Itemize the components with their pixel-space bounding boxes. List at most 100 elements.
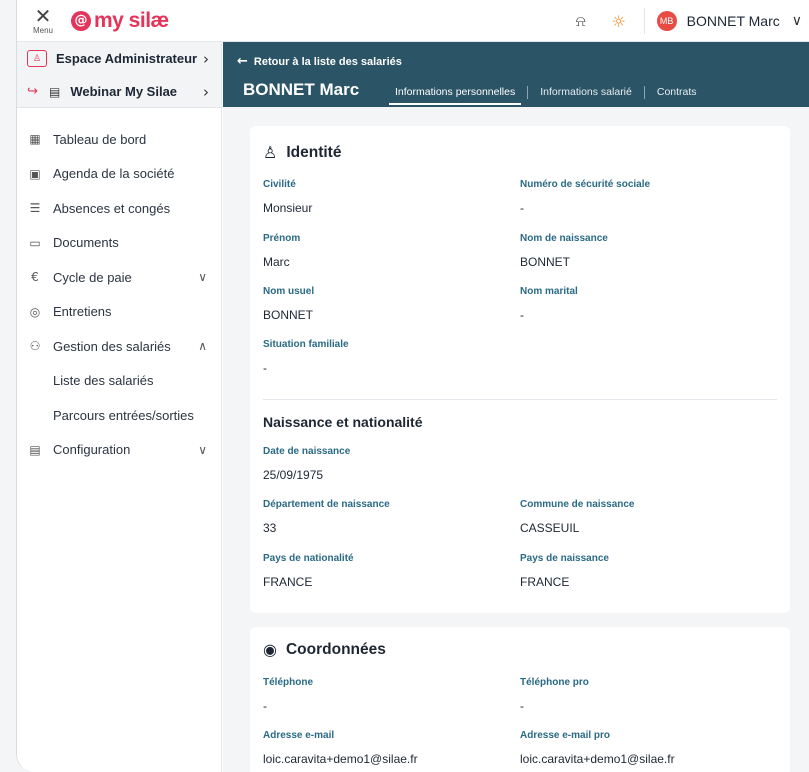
field-label: Civilité — [263, 179, 296, 190]
location-pin-icon: ◉ — [263, 640, 277, 659]
person-icon: ♙ — [263, 143, 278, 162]
chevron-down-icon[interactable]: ∨ — [792, 13, 802, 29]
field-label: Téléphone pro — [520, 677, 589, 688]
back-to-list-link[interactable]: ← Retour à la liste des salariés — [237, 54, 402, 69]
app-window: ✕ Menu @ my silæ ⍾ ☼ MB BONNET Marc ∨ ♙ … — [16, 0, 809, 772]
field-value: FRANCE — [520, 575, 570, 589]
field-label: Pays de nationalité — [263, 553, 354, 564]
field-telephone: Téléphone - — [263, 677, 513, 713]
sidebar-item-label: Gestion des salariés — [53, 338, 171, 354]
chevron-right-icon: › — [203, 82, 209, 101]
sidebar-item-configuration[interactable]: ▤ Configuration ∨ — [17, 433, 221, 468]
list-icon: ☰ — [29, 201, 41, 216]
field-adresse-email: Adresse e-mail loic.caravita+demo1@silae… — [263, 730, 513, 766]
field-label: Situation familiale — [263, 339, 349, 350]
sidebar-item-documents[interactable]: ▭ Documents — [17, 226, 221, 261]
field-label: Téléphone — [263, 677, 314, 688]
theme-sun-icon[interactable]: ☼ — [600, 0, 638, 42]
field-label: Adresse e-mail — [263, 730, 335, 741]
sidebar-item-label: Agenda de la société — [53, 166, 175, 182]
dashboard-icon: ▦ — [29, 132, 41, 147]
top-right-actions: ⍾ ☼ MB BONNET Marc ∨ — [562, 0, 809, 42]
sidebar-nav: ▦ Tableau de bord ▣ Agenda de la société… — [17, 108, 221, 467]
sidebar-item-gestion-salaries[interactable]: ⚇ Gestion des salariés ∧ — [17, 329, 221, 364]
tab-bar: Informations personnelles Informations s… — [383, 84, 709, 105]
sidebar-item-absences[interactable]: ☰ Absences et congés — [17, 191, 221, 226]
field-value: - — [520, 699, 524, 713]
chevron-up-icon: ∧ — [198, 339, 207, 354]
arrow-left-icon: ← — [237, 54, 248, 69]
sidebar-subitem-liste-salaries[interactable]: Liste des salariés — [17, 364, 221, 399]
field-value: - — [520, 308, 524, 322]
sidebar-item-agenda[interactable]: ▣ Agenda de la société — [17, 157, 221, 192]
admin-space-label: Espace Administrateur — [56, 51, 198, 66]
field-label: Département de naissance — [263, 499, 390, 510]
company-label: Webinar My Silae — [70, 84, 178, 99]
field-pays-nationalite: Pays de nationalité FRANCE — [263, 553, 513, 589]
payroll-icon: € — [31, 270, 39, 285]
birth-section-title: Naissance et nationalité — [263, 414, 423, 430]
logo-text: my silæ — [94, 8, 169, 32]
avatar[interactable]: MB — [656, 11, 677, 31]
field-date-naissance: Date de naissance 25/09/1975 — [263, 446, 513, 482]
sidebar-item-label: Cycle de paie — [53, 269, 132, 285]
field-value: Monsieur — [263, 201, 313, 215]
field-departement-naissance: Département de naissance 33 — [263, 499, 513, 535]
back-label: Retour à la liste des salariés — [253, 55, 402, 68]
divider — [643, 8, 645, 34]
field-telephone-pro: Téléphone pro - — [520, 677, 770, 713]
field-value: loic.caravita+demo1@silae.fr — [263, 752, 418, 766]
field-value: BONNET — [263, 308, 314, 322]
sidebar-item-cycle-de-paie[interactable]: € Cycle de paie ∨ — [17, 260, 221, 295]
field-label: Nom de naissance — [520, 233, 608, 244]
tab-informations-salarie[interactable]: Informations salarié — [528, 86, 644, 98]
contact-card: ◉ Coordonnées Téléphone - Téléphone pro … — [250, 627, 790, 772]
field-value: CASSEUIL — [520, 521, 580, 535]
tab-contrats[interactable]: Contrats — [645, 86, 709, 98]
identity-section-title: ♙ Identité — [263, 143, 341, 162]
tab-informations-personnelles[interactable]: Informations personnelles — [383, 86, 527, 105]
field-securite-sociale: Numéro de sécurité sociale - — [520, 179, 770, 215]
main-content: ← Retour à la liste des salariés BONNET … — [223, 42, 809, 772]
subdirectory-arrow-icon: ↪ — [27, 84, 38, 99]
notification-bell-icon[interactable]: ⍾ — [562, 0, 600, 42]
app-logo[interactable]: @ my silæ — [71, 9, 169, 33]
identity-title: Identité — [286, 143, 342, 161]
user-name[interactable]: BONNET Marc — [687, 13, 780, 29]
field-label: Prénom — [263, 233, 301, 244]
menu-button[interactable]: ✕ Menu — [17, 0, 69, 42]
logo-mark: @ — [71, 10, 91, 31]
sidebar: ♙ Espace Administrateur › ↪ ▤ Webinar My… — [17, 42, 222, 772]
interview-icon: ◎ — [29, 304, 41, 319]
sidebar-item-label: Tableau de bord — [53, 131, 147, 147]
sidebar-item-label: Documents — [53, 235, 119, 251]
sidebar-item-label: Configuration — [53, 442, 131, 458]
field-nom-naissance: Nom de naissance BONNET — [520, 233, 770, 269]
field-prenom: Prénom Marc — [263, 233, 513, 269]
field-value: loic.caravita+demo1@silae.fr — [520, 752, 675, 766]
calendar-icon: ▣ — [29, 166, 41, 181]
identity-card: ♙ Identité Civilité Monsieur Numéro de s… — [250, 126, 790, 613]
field-label: Date de naissance — [263, 446, 351, 457]
menu-label: Menu — [32, 25, 53, 35]
field-label: Pays de naissance — [520, 553, 609, 564]
sidebar-item-tableau-de-bord[interactable]: ▦ Tableau de bord — [17, 122, 221, 157]
field-civilite: Civilité Monsieur — [263, 179, 513, 215]
field-pays-naissance: Pays de naissance FRANCE — [520, 553, 770, 589]
chevron-down-icon: ∨ — [198, 270, 207, 285]
admin-space-button[interactable]: ♙ Espace Administrateur › — [17, 42, 221, 75]
field-value: 25/09/1975 — [263, 468, 324, 482]
contact-section-title: ◉ Coordonnées — [263, 640, 386, 659]
field-situation-familiale: Situation familiale - — [263, 339, 513, 375]
field-label: Numéro de sécurité sociale — [520, 179, 651, 190]
sidebar-subitem-parcours[interactable]: Parcours entrées/sorties — [17, 398, 221, 433]
top-bar: ✕ Menu @ my silæ ⍾ ☼ MB BONNET Marc ∨ — [17, 0, 809, 42]
field-value: BONNET — [520, 255, 571, 269]
field-value: Marc — [263, 255, 290, 269]
sidebar-item-entretiens[interactable]: ◎ Entretiens — [17, 295, 221, 330]
field-value: - — [263, 699, 267, 713]
company-selector[interactable]: ↪ ▤ Webinar My Silae › — [17, 75, 221, 108]
field-value: 33 — [263, 521, 277, 535]
field-adresse-email-pro: Adresse e-mail pro loic.caravita+demo1@s… — [520, 730, 770, 766]
field-label: Adresse e-mail pro — [520, 730, 611, 741]
